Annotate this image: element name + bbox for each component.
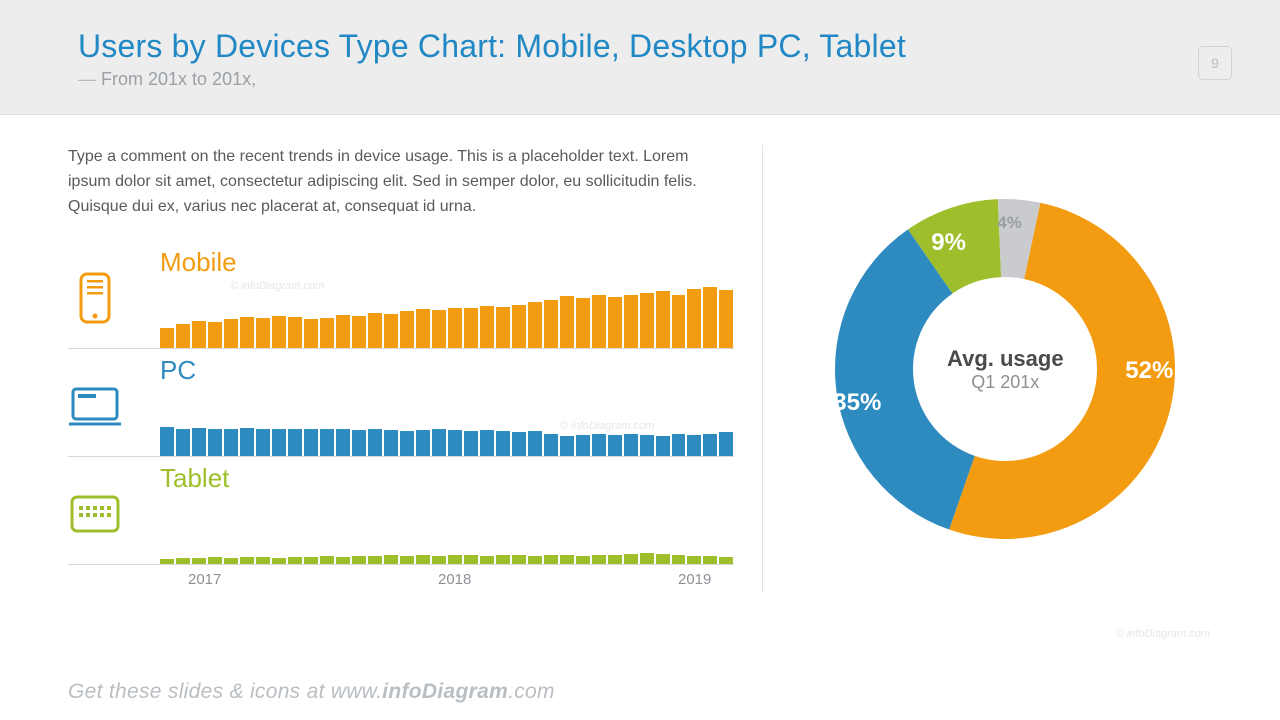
sparkline-pc: PC — [68, 349, 734, 457]
pc-icon — [68, 379, 122, 433]
footer-suffix: .com — [508, 680, 555, 703]
tablet-icon — [68, 487, 122, 541]
donut-center-line2: Q1 201x — [971, 372, 1039, 393]
footer-prefix: Get these slides & icons at www. — [68, 680, 382, 703]
left-column: Type a comment on the recent trends in d… — [68, 145, 734, 593]
sparkline-tablet: Tablet — [68, 457, 734, 565]
xaxis-tick-3: 2019 — [678, 571, 711, 588]
footer-credit: Get these slides & icons at www.infoDiag… — [68, 680, 555, 704]
tablet-label: Tablet — [160, 463, 229, 494]
comment-text: Type a comment on the recent trends in d… — [68, 145, 734, 219]
xaxis-tick-2: 2018 — [438, 571, 471, 588]
pc-label: PC — [160, 355, 196, 386]
watermark-icon: © infoDiagram.com — [1116, 628, 1210, 640]
slide-title: Users by Devices Type Chart: Mobile, Des… — [78, 28, 1220, 65]
tablet-bars — [144, 463, 734, 564]
donut-label-mobile: 52% — [1125, 357, 1173, 385]
donut-center: Avg. usage Q1 201x — [915, 279, 1095, 459]
page-number: 9 — [1198, 46, 1232, 80]
pc-bars — [144, 355, 734, 456]
sparkline-xaxis: 2017 2018 2019 — [68, 565, 734, 593]
slide-header: Users by Devices Type Chart: Mobile, Des… — [0, 0, 1280, 115]
xaxis-tick-1: 2017 — [188, 571, 221, 588]
footer-brand: infoDiagram — [382, 680, 508, 703]
donut-label-other: 4% — [997, 213, 1022, 233]
donut-label-pc: 35% — [833, 389, 881, 417]
sparkline-mobile: Mobile — [68, 241, 734, 349]
mobile-icon — [68, 271, 122, 325]
right-column: Avg. usage Q1 201x 52% 35% 9% 4% — [762, 145, 1220, 593]
donut-chart: Avg. usage Q1 201x 52% 35% 9% 4% — [825, 189, 1185, 549]
donut-label-tablet: 9% — [931, 229, 966, 257]
slide-subtitle: From 201x to 201x, — [78, 69, 1220, 90]
mobile-label: Mobile — [160, 247, 237, 278]
donut-center-line1: Avg. usage — [947, 346, 1064, 372]
